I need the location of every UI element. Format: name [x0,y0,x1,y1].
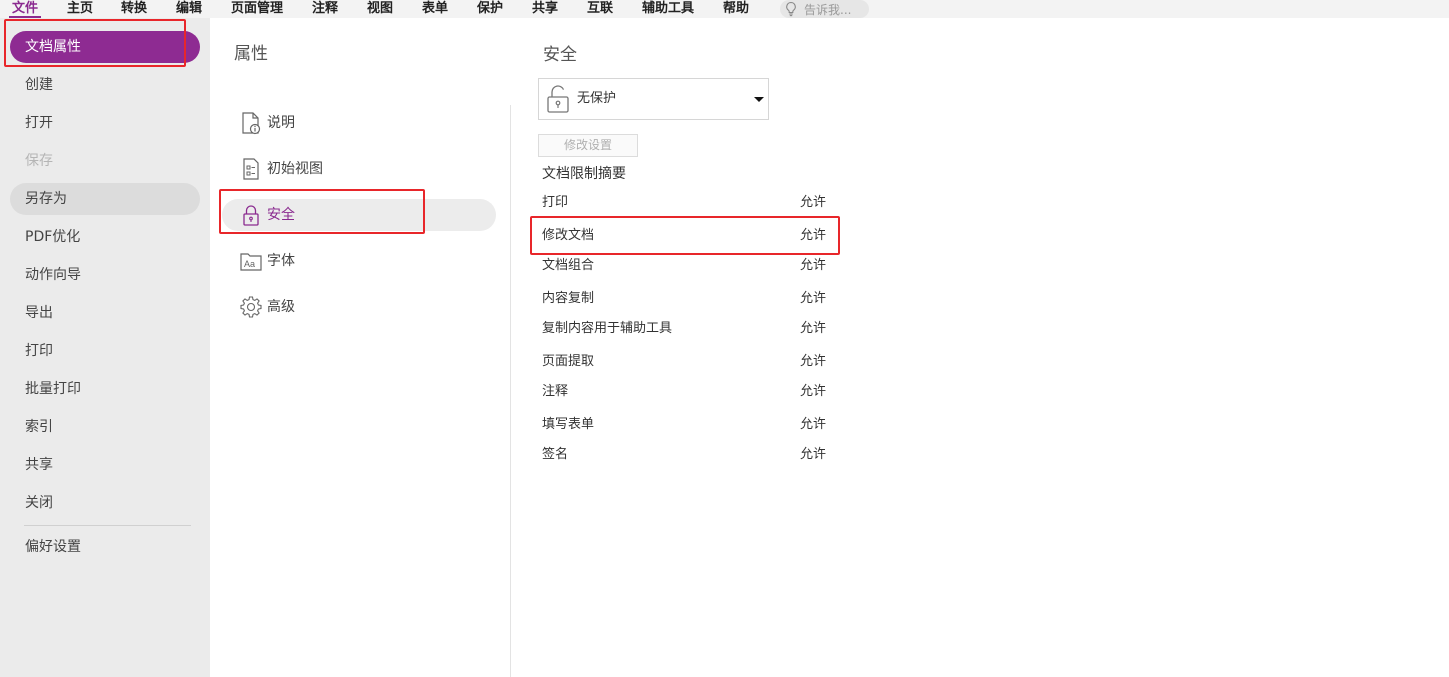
document-checklist-icon [243,158,259,180]
sidebar-item-batch-print[interactable]: 批量打印 [10,373,200,405]
menu-accessibility[interactable]: 辅助工具 [642,0,694,18]
dropdown-caret-icon [754,97,764,102]
restriction-summary-title: 文档限制摘要 [542,166,626,182]
security-method-dropdown[interactable]: 无保护 [538,78,769,120]
permission-value: 允许 [800,417,827,432]
permission-row-print: 打印 允许 [542,191,832,211]
svg-text:Aa: Aa [244,259,255,269]
permission-row-accessibility-copy: 复制内容用于辅助工具 允许 [542,317,832,337]
unlocked-padlock-icon [547,85,569,113]
property-item-fonts[interactable]: Aa 字体 [222,245,496,277]
sidebar-item-action-wizard[interactable]: 动作向导 [10,259,200,291]
permission-row-content-copy: 内容复制 允许 [542,287,832,307]
permission-name: 内容复制 [542,291,595,306]
property-item-security[interactable]: 安全 [222,199,496,231]
lightbulb-icon [786,1,796,17]
sidebar-item-save[interactable]: 保存 [10,145,200,177]
permission-name: 复制内容用于辅助工具 [542,321,673,336]
sidebar-item-save-as[interactable]: 另存为 [10,183,200,215]
tell-me-placeholder: 告诉我... [804,2,852,17]
file-sidebar: 文档属性 创建 打开 保存 另存为 PDF优化 动作向导 导出 打印 批量打印 … [0,18,210,677]
property-item-label: 初始视图 [267,161,323,177]
property-item-label: 字体 [267,253,295,269]
property-item-description[interactable]: 说明 [222,107,496,139]
permission-name: 打印 [542,195,569,210]
menu-convert[interactable]: 转换 [121,0,147,18]
sidebar-item-create[interactable]: 创建 [10,69,200,101]
property-item-label: 安全 [267,207,295,223]
sidebar-item-export[interactable]: 导出 [10,297,200,329]
menu-view[interactable]: 视图 [367,0,393,18]
sidebar-item-preferences[interactable]: 偏好设置 [10,531,200,563]
menu-form[interactable]: 表单 [422,0,448,18]
property-item-initial-view[interactable]: 初始视图 [222,153,496,185]
security-title: 安全 [543,45,577,65]
permission-name: 签名 [542,447,569,462]
permission-value: 允许 [800,228,827,243]
permission-name: 填写表单 [542,417,595,432]
permission-name: 注释 [542,384,569,399]
lock-icon [243,205,259,226]
permission-row-signing: 签名 允许 [542,443,832,463]
menu-file[interactable]: 文件 [8,0,42,18]
permission-name: 文档组合 [542,258,595,273]
permission-value: 允许 [800,195,827,210]
properties-title: 属性 [234,44,268,64]
permission-value: 允许 [800,384,827,399]
sidebar-item-index[interactable]: 索引 [10,411,200,443]
security-method-value: 无保护 [577,91,617,106]
menu-comment[interactable]: 注释 [312,0,338,18]
sidebar-item-open[interactable]: 打开 [10,107,200,139]
permission-row-page-extraction: 页面提取 允许 [542,350,832,370]
permission-name: 页面提取 [542,354,595,369]
menu-edit[interactable]: 编辑 [176,0,202,18]
sidebar-item-print[interactable]: 打印 [10,335,200,367]
menu-protect[interactable]: 保护 [477,0,503,18]
gear-icon [240,296,262,318]
sidebar-item-document-properties[interactable]: 文档属性 [10,31,200,63]
property-item-label: 说明 [267,115,295,131]
permission-value: 允许 [800,354,827,369]
menu-page-management[interactable]: 页面管理 [231,0,283,18]
sidebar-divider [24,525,191,526]
menu-bar: 文件 主页 转换 编辑 页面管理 注释 视图 表单 保护 共享 互联 辅助工具 … [0,0,1449,18]
menu-share[interactable]: 共享 [532,0,558,18]
property-item-advanced[interactable]: 高级 [222,291,496,323]
permission-value: 允许 [800,258,827,273]
font-icon: Aa [240,253,262,271]
permission-value: 允许 [800,321,827,336]
menu-help[interactable]: 帮助 [723,0,749,18]
permission-row-document-assembly: 文档组合 允许 [542,254,832,274]
property-item-label: 高级 [267,299,295,315]
sidebar-item-close[interactable]: 关闭 [10,487,200,519]
sidebar-item-pdf-optimize[interactable]: PDF优化 [10,221,200,253]
menu-connect[interactable]: 互联 [587,0,613,18]
permission-name: 修改文档 [542,228,595,243]
menu-home[interactable]: 主页 [67,0,93,18]
permission-value: 允许 [800,447,827,462]
modify-settings-button[interactable]: 修改设置 [538,134,638,157]
permission-value: 允许 [800,291,827,306]
sidebar-item-share[interactable]: 共享 [10,449,200,481]
permission-row-modify-document: 修改文档 允许 [542,224,832,244]
permission-row-form-filling: 填写表单 允许 [542,413,832,433]
document-info-icon [242,112,261,135]
permission-row-commenting: 注释 允许 [542,380,832,400]
tell-me-search[interactable]: 告诉我... [780,0,869,18]
panel-divider [510,105,511,677]
